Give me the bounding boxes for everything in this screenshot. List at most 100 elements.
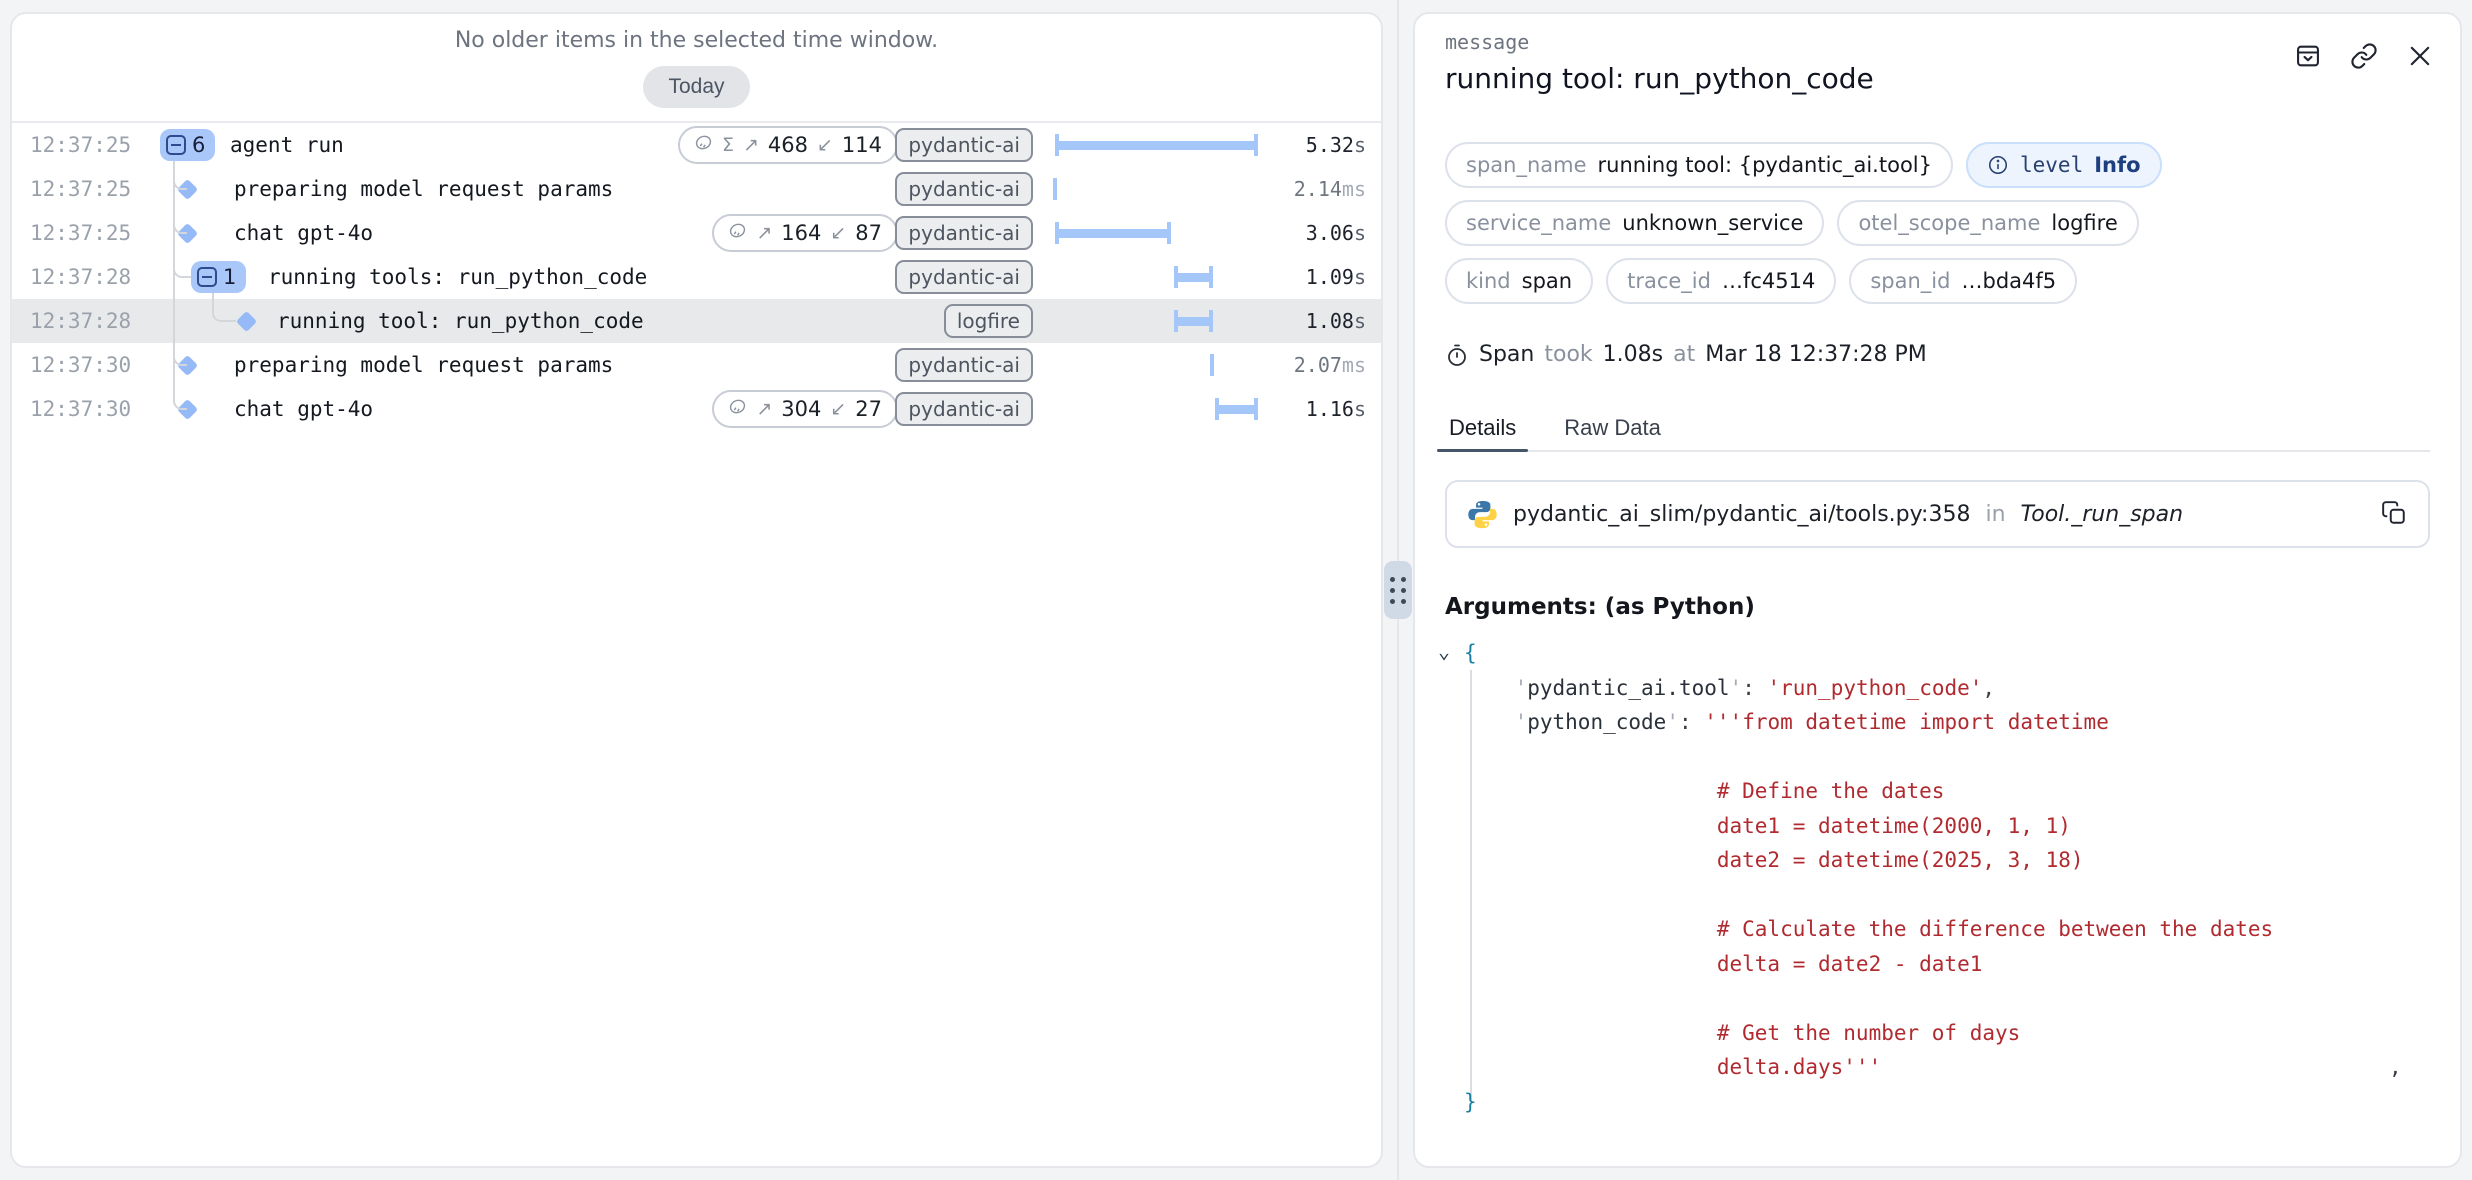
pill-key: service_name	[1466, 211, 1611, 235]
dock-panel-icon[interactable]	[2294, 42, 2322, 70]
span-name: chat gpt-4o	[234, 387, 373, 431]
duration-label: 2.07ms	[1294, 343, 1366, 387]
copy-icon[interactable]	[2380, 500, 2408, 528]
pill-key: span_name	[1466, 153, 1587, 177]
duration-label: 3.06s	[1306, 211, 1366, 255]
span-name: running tool: run_python_code	[277, 299, 644, 343]
attribute-pill-trace_id[interactable]: trace_id …fc4514	[1606, 258, 1836, 304]
attribute-pills: span_name running tool: {pydantic_ai.tool…	[1445, 142, 2162, 304]
trace-row[interactable]: 12:37:25chat gpt-4o↗164↙87pydantic-ai3.0…	[12, 211, 1381, 255]
python-icon	[1467, 499, 1498, 530]
attribute-pill-level[interactable]: levelInfo	[1966, 142, 2162, 188]
duration-bar	[1174, 273, 1214, 282]
tree-elbow	[173, 218, 187, 234]
timeline-lane	[1055, 255, 1258, 299]
input-tokens: 468	[768, 133, 808, 157]
timing-took-word: took	[1544, 342, 1592, 367]
span-timing: Span took 1.08s at Mar 18 12:37:28 PM	[1445, 342, 1927, 367]
token-usage-badge: ↗304↙27	[712, 390, 898, 428]
attribute-pill-span_id[interactable]: span_id…bda4f5	[1849, 258, 2077, 304]
duration-bar	[1215, 405, 1258, 414]
span-name: preparing model request params	[234, 343, 613, 387]
trace-panel-header: No older items in the selected time wind…	[12, 14, 1381, 123]
trace-row[interactable]: 12:37:25preparing model request paramspy…	[12, 167, 1381, 211]
output-tokens-arrow-icon: ↙	[830, 398, 846, 420]
attribute-pill-service_name[interactable]: service_name unknown_service	[1445, 200, 1824, 246]
collapse-badge[interactable]: 6	[160, 129, 215, 161]
trace-panel: No older items in the selected time wind…	[10, 12, 1383, 1168]
timeline-lane	[1055, 211, 1258, 255]
input-tokens: 304	[781, 397, 821, 421]
duration-bar	[1055, 141, 1258, 150]
collapse-badge[interactable]: 1	[191, 261, 246, 293]
span-name: chat gpt-4o	[234, 211, 373, 255]
code-location-card[interactable]: pydantic_ai_slim/pydantic_ai/tools.py:35…	[1445, 480, 2430, 548]
code-line	[1464, 981, 2440, 1016]
code-line: }	[1464, 1085, 2440, 1120]
duration-tick	[1210, 354, 1214, 376]
tree-trunk	[173, 161, 175, 401]
sigma-icon: Σ	[722, 134, 734, 156]
duration-label: 1.09s	[1306, 255, 1366, 299]
attribute-pill-row: service_name unknown_service otel_scope_na…	[1445, 200, 2139, 246]
span-name: preparing model request params	[234, 167, 613, 211]
duration-label: 2.14ms	[1294, 167, 1366, 211]
pill-value: unknown_service	[1622, 211, 1803, 235]
input-tokens: 164	[781, 221, 821, 245]
detail-tabs: Details Raw Data	[1445, 406, 2430, 452]
child-count: 6	[192, 133, 205, 157]
attribute-pill-kind[interactable]: kindspan	[1445, 258, 1593, 304]
timing-timestamp: Mar 18 12:37:28 PM	[1705, 342, 1927, 367]
info-icon	[1987, 154, 2009, 176]
timestamp: 12:37:30	[30, 343, 131, 387]
trailing-comma: ,	[2389, 1050, 2402, 1085]
tab-details[interactable]: Details	[1445, 406, 1520, 450]
input-tokens-arrow-icon: ↗	[743, 134, 759, 156]
pill-key: trace_id	[1627, 269, 1711, 293]
tokens-coin-icon	[728, 221, 747, 245]
trace-row[interactable]: 12:37:256agent runΣ↗468↙114pydantic-ai5.…	[12, 123, 1381, 167]
code-line	[1464, 740, 2440, 775]
attribute-pill-otel_scope_name[interactable]: otel_scope_namelogfire	[1837, 200, 2138, 246]
attribute-pill-row: kindspan trace_id …fc4514 span_id…bda4f5	[1445, 258, 2077, 304]
code-line: 'python_code': '''from datetime import d…	[1464, 705, 2440, 740]
trace-row[interactable]: 12:37:30chat gpt-4o↗304↙27pydantic-ai1.1…	[12, 387, 1381, 431]
timeline-lane	[1055, 123, 1258, 167]
timeline-lane	[1055, 299, 1258, 343]
pill-value: logfire	[2051, 211, 2117, 235]
code-line: # Define the dates	[1464, 774, 2440, 809]
detail-panel: message running tool: run_python_code sp…	[1413, 12, 2462, 1168]
today-button[interactable]: Today	[643, 66, 749, 108]
code-line: # Calculate the difference between the d…	[1464, 912, 2440, 947]
span-name: agent run	[230, 123, 344, 167]
attribute-pill-span_name[interactable]: span_name running tool: {pydantic_ai.tool…	[1445, 142, 1953, 188]
pill-key: span_id	[1870, 269, 1950, 293]
timing-at-word: at	[1673, 342, 1695, 367]
duration-label: 5.32s	[1306, 123, 1366, 167]
pill-value: running tool: {pydantic_ai.tool}	[1598, 153, 1932, 177]
pill-value: …fc4514	[1722, 269, 1815, 293]
output-tokens: 87	[855, 221, 882, 245]
tokens-coin-icon	[694, 133, 713, 157]
tab-raw-data[interactable]: Raw Data	[1560, 406, 1665, 450]
duration-label: 1.08s	[1306, 299, 1366, 343]
scope-tag: pydantic-ai	[895, 216, 1033, 250]
collapse-minus-icon	[166, 135, 186, 155]
code-line: date2 = datetime(2025, 3, 18)	[1464, 843, 2440, 878]
tree-elbow	[173, 174, 187, 190]
tokens-coin-icon	[728, 397, 747, 421]
scope-tag: pydantic-ai	[895, 260, 1033, 294]
code-line: delta.days''',	[1464, 1050, 2440, 1085]
copy-link-icon[interactable]	[2350, 42, 2378, 70]
trace-row[interactable]: 12:37:30preparing model request paramspy…	[12, 343, 1381, 387]
code-location-in: in	[1985, 502, 2005, 527]
trace-row[interactable]: 12:37:281running tools: run_python_codep…	[12, 255, 1381, 299]
code-line: ⌄{	[1464, 636, 2440, 671]
panel-resize-handle[interactable]	[1384, 561, 1412, 619]
token-usage-badge: ↗164↙87	[712, 214, 898, 252]
close-icon[interactable]	[2406, 42, 2434, 70]
timestamp: 12:37:25	[30, 211, 131, 255]
output-tokens-arrow-icon: ↙	[830, 222, 846, 244]
collapse-chevron-icon[interactable]: ⌄	[1438, 634, 1450, 669]
duration-bar	[1055, 229, 1171, 238]
